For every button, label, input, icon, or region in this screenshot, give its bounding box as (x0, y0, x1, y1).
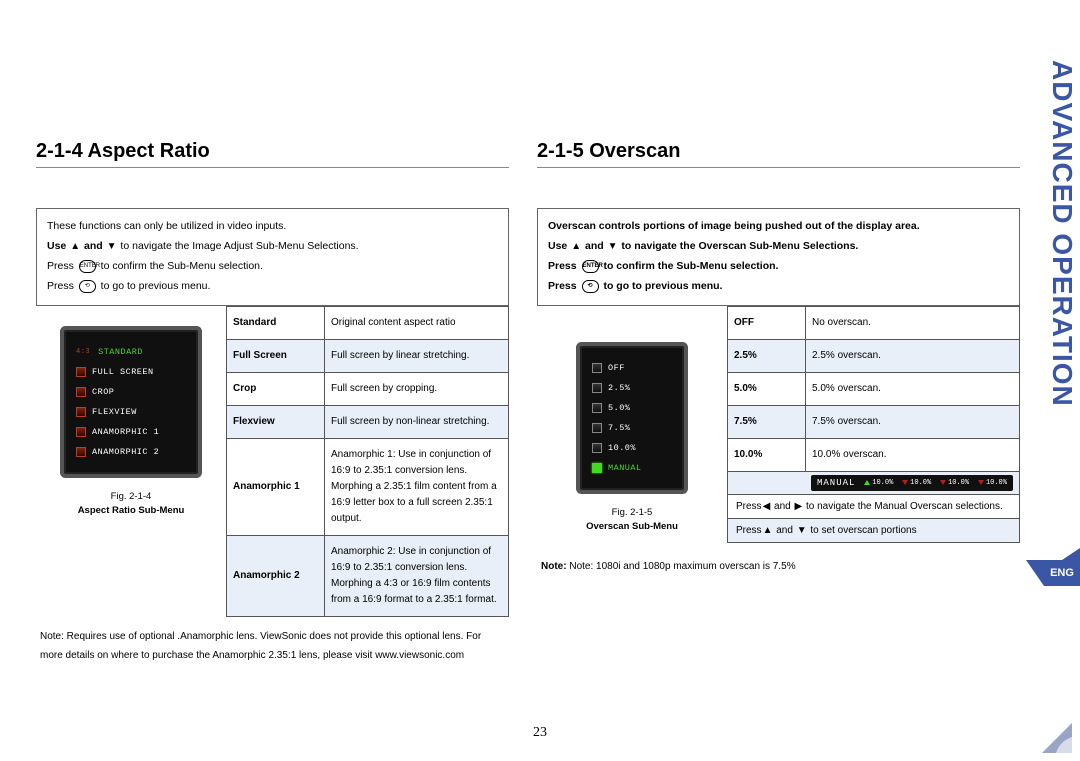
down-arrow-icon: ▼ (796, 525, 808, 536)
language-tab: ENG (1044, 560, 1080, 586)
table-row: 10.0%10.0% overscan. (727, 438, 1019, 471)
table-row: 2.5%2.5% overscan. (727, 339, 1019, 372)
back-button-icon: ⟲ (582, 280, 599, 293)
page-number: 23 (0, 725, 1080, 741)
down-arrow-icon: ▼ (106, 237, 118, 256)
left-arrow-icon: ◀ (762, 501, 772, 512)
table-row: OFFNo overscan. (727, 306, 1019, 339)
down-arrow-icon (978, 480, 984, 485)
table-row: FlexviewFull screen by non-linear stretc… (226, 405, 508, 438)
section-heading: 2-1-4 Aspect Ratio (36, 140, 509, 168)
section-heading: 2-1-5 Overscan (537, 140, 1020, 168)
up-arrow-icon (864, 480, 870, 485)
table-row: Press▲ and ▼ to set overscan portions (727, 518, 1019, 542)
table-row: Anamorphic 1Anamorphic 1: Use in conjunc… (226, 438, 508, 535)
figure-caption: Fig. 2-1-4 Aspect Ratio Sub-Menu (78, 490, 185, 519)
footnote: Note: Note: 1080i and 1080p maximum over… (537, 543, 1020, 576)
section-overscan: 2-1-5 Overscan Overscan controls portion… (537, 40, 1020, 675)
table-row: StandardOriginal content aspect ratio (226, 306, 508, 339)
down-arrow-icon (902, 480, 908, 485)
down-arrow-icon (940, 480, 946, 485)
up-arrow-icon: ▲ (69, 237, 81, 256)
table-row: CropFull screen by cropping. (226, 372, 508, 405)
right-arrow-icon: ▶ (794, 501, 804, 512)
up-arrow-icon: ▲ (570, 237, 582, 256)
footnote: Note: Requires use of optional .Anamorph… (36, 617, 509, 675)
enter-button-icon: ENTER (582, 260, 599, 273)
aspect-options-table: StandardOriginal content aspect ratio Fu… (226, 306, 509, 617)
back-button-icon: ⟲ (79, 280, 96, 293)
intro-block: Overscan controls portions of image bein… (537, 208, 1020, 306)
figure-caption: Fig. 2-1-5 Overscan Sub-Menu (586, 506, 678, 535)
page-curl-icon[interactable] (1042, 723, 1072, 753)
table-row: MANUAL 10.0% 10.0% 10.0% 10.0% (727, 471, 1019, 494)
table-row: Anamorphic 2Anamorphic 2: Use in conjunc… (226, 535, 508, 616)
table-row: 5.0%5.0% overscan. (727, 372, 1019, 405)
side-title: ADVANCED OPERATION (1046, 60, 1078, 407)
table-row: Full ScreenFull screen by linear stretch… (226, 339, 508, 372)
table-row: 7.5%7.5% overscan. (727, 405, 1019, 438)
down-arrow-icon: ▼ (607, 237, 619, 256)
overscan-figure: OFF 2.5% 5.0% 7.5% 10.0% MANUAL Fig. 2-1… (537, 306, 727, 543)
manual-overscan-bar: MANUAL 10.0% 10.0% 10.0% 10.0% (811, 475, 1013, 491)
intro-block: These functions can only be utilized in … (36, 208, 509, 306)
overscan-options-table: OFFNo overscan. 2.5%2.5% overscan. 5.0%5… (727, 306, 1020, 543)
table-row: Press◀ and ▶ to navigate the Manual Over… (727, 494, 1019, 518)
enter-button-icon: ENTER (79, 260, 96, 273)
up-arrow-icon: ▲ (762, 525, 774, 536)
section-aspect-ratio: 2-1-4 Aspect Ratio These functions can o… (36, 40, 509, 675)
aspect-figure: 4:3STANDARD FULL SCREEN CROP FLEXVIEW AN… (36, 306, 226, 617)
